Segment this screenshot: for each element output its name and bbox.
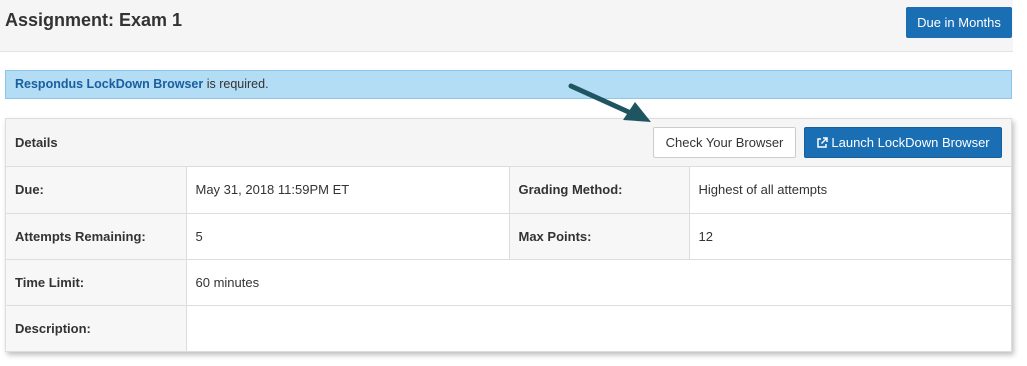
lockdown-required-alert: Respondus LockDown Browser is required.: [5, 70, 1012, 99]
page-title: Assignment: Exam 1: [5, 10, 183, 30]
respondus-lockdown-link[interactable]: Respondus LockDown Browser: [15, 77, 203, 91]
launch-lockdown-browser-button[interactable]: Launch LockDown Browser: [804, 127, 1002, 158]
max-points-value: 12: [689, 212, 1011, 259]
details-panel-header: Details Check Your Browser Launch LockDo…: [6, 119, 1011, 167]
details-panel: Details Check Your Browser Launch LockDo…: [5, 118, 1012, 352]
details-title: Details: [15, 135, 58, 150]
launch-button-label: Launch LockDown Browser: [831, 135, 990, 150]
time-limit-value: 60 minutes: [186, 258, 1011, 305]
max-points-label: Max Points:: [509, 212, 690, 259]
due-label: Due:: [6, 167, 187, 213]
details-table: Due: May 31, 2018 11:59PM ET Grading Met…: [6, 167, 1011, 351]
check-your-browser-button[interactable]: Check Your Browser: [653, 127, 796, 158]
alert-message: is required.: [203, 77, 269, 91]
attempts-remaining-label: Attempts Remaining:: [6, 212, 187, 259]
time-limit-label: Time Limit:: [6, 258, 187, 305]
due-value: May 31, 2018 11:59PM ET: [186, 167, 510, 213]
table-row: Description:: [6, 304, 1011, 351]
grading-method-value: Highest of all attempts: [689, 167, 1011, 213]
due-in-months-button[interactable]: Due in Months: [906, 7, 1012, 38]
page-header: Assignment: Exam 1 Due in Months: [0, 0, 1013, 52]
grading-method-label: Grading Method:: [509, 167, 690, 213]
external-link-icon: [816, 130, 829, 159]
description-value: [186, 304, 1011, 351]
description-label: Description:: [6, 304, 187, 351]
attempts-remaining-value: 5: [186, 212, 510, 259]
table-row: Due: May 31, 2018 11:59PM ET Grading Met…: [6, 167, 1011, 213]
table-row: Attempts Remaining: 5 Max Points: 12: [6, 212, 1011, 259]
table-row: Time Limit: 60 minutes: [6, 258, 1011, 305]
